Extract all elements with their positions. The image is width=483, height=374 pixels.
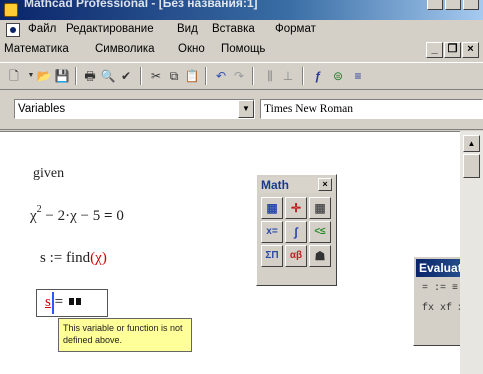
open-icon[interactable]: 📂 [36,68,52,84]
menu-file[interactable]: Файл [28,23,56,35]
document-window-controls: _ ❐ × [425,42,479,58]
evaluation-palette-icon[interactable]: x= [261,221,283,243]
align-down-icon[interactable]: ⊥ [280,68,296,84]
menu-math[interactable]: Математика [4,43,69,55]
assignment-arg: χ [95,250,102,266]
menu-symbolics[interactable]: Символика [95,43,155,55]
assignment-paren-close: ) [101,250,107,266]
placeholder-icon[interactable] [68,298,74,305]
math-palette: Math × ▦ ✛ ▦ x= ∫ <≤ ΣΠ αβ ☗ [256,174,337,286]
assignment-lhs: s := find [40,250,91,266]
error-tooltip: This variable or function is not defined… [58,318,192,352]
placeholder-icon[interactable] [75,298,81,305]
spell-check-icon[interactable]: ✔ [118,68,134,84]
boolean-palette-icon[interactable]: <≤ [309,221,331,243]
style-chevron-down-icon[interactable]: ▼ [238,100,254,118]
symbolic-palette-icon[interactable]: ☗ [309,245,331,267]
given-keyword[interactable]: given [33,166,64,182]
menu-insert[interactable]: Вставка [212,23,255,35]
eval-equals: = [54,294,64,310]
equation-rhs: 0 [116,208,124,224]
edit-cursor [52,292,54,314]
menu-window[interactable]: Окно [178,43,205,55]
print-icon[interactable]: 🖶 [82,68,98,84]
math-toolbar-icon[interactable]: ƒ [310,68,326,84]
evaluation-region[interactable]: s = [36,289,108,317]
document-icon[interactable] [6,23,20,37]
evaluation-operators-row[interactable]: = := ≡ [422,283,458,294]
align-icon[interactable]: ⫼ [262,68,278,84]
equation-rest: − 2·χ − 5 [41,208,101,224]
math-palette-close-button[interactable]: × [318,178,332,191]
greek-palette-icon[interactable]: αβ [285,245,307,267]
menu-edit[interactable]: Редактирование [66,23,154,35]
document-restore-button[interactable]: ❐ [444,42,461,58]
scroll-thumb[interactable] [463,154,480,178]
redo-icon[interactable]: ↷ [231,68,247,84]
menu-bar-row1: Файл Редактирование Вид Вставка Формат [0,20,483,40]
standard-toolbar: 🗋 ▼ 📂 💾 🖶 🔍 ✔ ✂ ⧉ 📋 ↶ ↷ ⫼ ⊥ ƒ ⊜ ≡ [0,62,483,90]
undo-icon[interactable]: ↶ [213,68,229,84]
equation-region[interactable]: χ2 − 2·χ − 5 = 0 [30,204,124,225]
eval-variable: s [45,294,51,310]
math-palette-title-text: Math [261,178,289,192]
cut-icon[interactable]: ✂ [148,68,164,84]
window-maximize-button[interactable] [445,0,461,10]
math-palette-title[interactable]: Math × [259,177,334,193]
calculator-palette-icon[interactable]: ▦ [261,197,283,219]
window-close-button[interactable] [463,0,479,10]
menu-format[interactable]: Формат [275,23,316,35]
worksheet-canvas[interactable]: given χ2 − 2·χ − 5 = 0 s := find(χ) s = … [0,131,483,374]
calc-icon[interactable]: ≡ [350,68,366,84]
save-icon[interactable]: 💾 [54,68,70,84]
equation-bold-equals: = [104,208,113,224]
window-minimize-button[interactable] [427,0,443,10]
resource-icon[interactable]: ⊜ [330,68,346,84]
toolbar-separator [75,67,77,85]
toolbar-separator [252,67,254,85]
graph-palette-icon[interactable]: ✛ [285,197,307,219]
window-controls [425,0,479,13]
calculus-palette-icon[interactable]: ∫ [285,221,307,243]
mathcad-app-icon [4,3,18,17]
toolbar-separator [140,67,142,85]
paste-icon[interactable]: 📋 [184,68,200,84]
document-close-button[interactable]: × [462,42,479,58]
equation-base: χ [30,208,37,224]
matrix-palette-icon[interactable]: ▦ [309,197,331,219]
new-icon[interactable]: 🗋 [6,68,22,84]
toolbar-separator [302,67,304,85]
style-select[interactable]: Variables [14,99,255,119]
print-preview-icon[interactable]: 🔍 [100,68,116,84]
formatting-toolbar: Variables ▼ Times New Roman [0,92,483,130]
scroll-up-arrow-icon[interactable]: ▲ [463,135,480,152]
menu-help[interactable]: Помощь [221,43,265,55]
toolbar-separator [205,67,207,85]
window-title: Mathcad Professional - [Без названия:1] [24,0,258,10]
menu-bar-row2: Математика Символика Окно Помощь _ ❐ × [0,40,483,60]
document-minimize-button[interactable]: _ [426,42,443,58]
title-bar: Mathcad Professional - [Без названия:1] [0,0,483,20]
menu-view[interactable]: Вид [177,23,198,35]
vertical-scrollbar[interactable]: ▲ [460,131,483,374]
programming-palette-icon[interactable]: ΣΠ [261,245,283,267]
font-select[interactable]: Times New Roman [260,99,483,119]
copy-icon[interactable]: ⧉ [166,68,182,84]
find-assignment-region[interactable]: s := find(χ) [40,250,107,267]
